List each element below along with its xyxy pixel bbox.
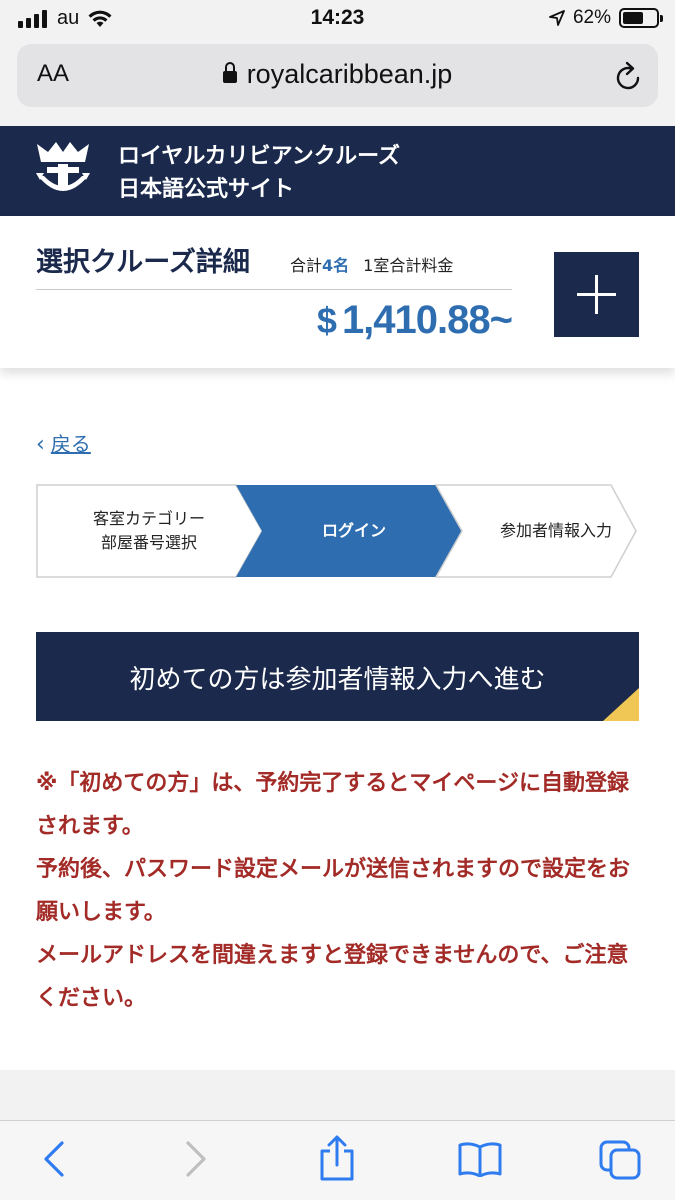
status-bar: au 14:23 62% (0, 0, 675, 38)
expand-detail-button[interactable] (554, 252, 639, 337)
cruise-detail-title: 選択クルーズ詳細 (36, 247, 250, 278)
location-arrow-icon (549, 10, 565, 26)
back-icon[interactable] (40, 1139, 70, 1179)
bookmarks-icon[interactable] (457, 1141, 503, 1177)
room-total-label: 1室合計料金 (363, 256, 454, 275)
currency-symbol: $ (316, 300, 337, 341)
back-link[interactable]: ‹ 戻る (36, 428, 91, 457)
tabs-icon[interactable] (598, 1139, 644, 1181)
url-text: royalcaribbean.jp (246, 59, 453, 89)
share-icon[interactable] (318, 1135, 356, 1181)
site-title-line1: ロイヤルカリビアンクルーズ (118, 144, 401, 169)
registration-notes: ※「初めての方」は、予約完了するとマイページに自動登録されます。 予約後、パスワ… (36, 762, 640, 1020)
note-3: メールアドレスを間違えますと登録できませんので、ご注意ください。 (36, 943, 629, 1011)
cta-corner-accent (603, 688, 639, 721)
chevron-left-icon: ‹ (36, 432, 45, 457)
page: au 14:23 62% AA royalcaribbean.jp ロイヤルカリ… (0, 0, 675, 1200)
site-title-line2: 日本語公式サイト (118, 177, 295, 202)
step-room-category: 客室カテゴリー 部屋番号選択 (54, 507, 244, 555)
battery-fill (623, 12, 643, 24)
cta-label: 初めての方は参加者情報入力へ進む (129, 665, 546, 695)
total-price: $1,410.88~ (316, 298, 513, 343)
step-participant-info: 参加者情報入力 (474, 519, 638, 543)
back-link-label: 戻る (50, 432, 91, 456)
guests-prefix: 合計 (290, 256, 323, 275)
url-display[interactable]: royalcaribbean.jp (17, 59, 658, 90)
guests-count: 4名 (322, 256, 350, 275)
browser-bar: AA royalcaribbean.jp (0, 38, 675, 126)
note-1: ※「初めての方」は、予約完了するとマイページに自動登録されます。 (36, 771, 629, 839)
note-2: 予約後、パスワード設定メールが送信されますので設定をお願いします。 (36, 857, 631, 925)
status-right: 62% (549, 7, 663, 29)
step-login: ログイン (254, 519, 454, 543)
step-1-line2: 部屋番号選択 (100, 533, 197, 552)
page-footer-area (0, 1070, 675, 1120)
divider (36, 289, 512, 290)
address-bar[interactable]: AA royalcaribbean.jp (17, 44, 658, 107)
crown-anchor-logo-icon[interactable] (34, 140, 92, 200)
reload-icon[interactable] (614, 60, 644, 92)
lock-icon (222, 62, 237, 83)
site-title[interactable]: ロイヤルカリビアンクルーズ 日本語公式サイト (118, 140, 400, 206)
progress-steps: 客室カテゴリー 部屋番号選択 ログイン 参加者情報入力 (36, 484, 638, 578)
site-header: ロイヤルカリビアンクルーズ 日本語公式サイト (0, 126, 675, 216)
battery-icon (619, 8, 663, 28)
step-1-line1: 客室カテゴリー (92, 509, 205, 528)
browser-toolbar (0, 1120, 675, 1200)
cruise-detail-summary: 合計4名 1室合計料金 (290, 252, 453, 276)
cruise-detail-panel: 選択クルーズ詳細 合計4名 1室合計料金 $1,410.88~ (0, 216, 675, 368)
price-value: 1,410.88~ (341, 298, 513, 342)
forward-icon[interactable] (180, 1139, 210, 1179)
first-time-proceed-button[interactable]: 初めての方は参加者情報入力へ進む (36, 632, 639, 721)
step-2-line1: ログイン (321, 521, 386, 540)
step-3-line1: 参加者情報入力 (499, 521, 612, 540)
battery-percent: 62% (572, 7, 611, 28)
